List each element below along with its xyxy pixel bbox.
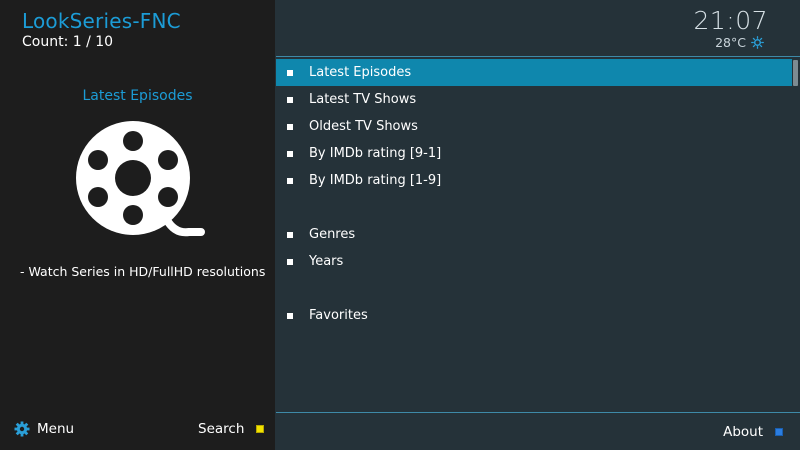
app-title: LookSeries-FNC <box>22 9 181 33</box>
bullet-icon <box>287 312 293 319</box>
list-scrollbar[interactable] <box>793 60 798 86</box>
list-item-oldest-tv-shows[interactable]: Oldest TV Shows <box>276 113 792 140</box>
temperature: 28°C <box>715 35 746 50</box>
list-item-label: Latest TV Shows <box>309 92 417 107</box>
bullet-icon <box>287 123 293 130</box>
list-item-label: Favorites <box>309 308 368 323</box>
about-label: About <box>723 424 763 440</box>
list-item-label: By IMDb rating [9-1] <box>309 146 442 161</box>
list-item-latest-tv-shows[interactable]: Latest TV Shows <box>276 86 792 113</box>
list-item-label: Genres <box>309 227 356 242</box>
list-item-imdb-asc[interactable]: By IMDb rating [1-9] <box>276 167 792 194</box>
list-item-label: Oldest TV Shows <box>309 119 418 134</box>
item-count: Count: 1 / 10 <box>22 34 114 50</box>
list-item-years[interactable]: Years <box>276 248 792 275</box>
clock: 21:07 <box>693 6 768 35</box>
bullet-icon <box>287 69 293 76</box>
list-item-latest-episodes[interactable]: Latest Episodes <box>276 59 792 86</box>
list-item-genres[interactable]: Genres <box>276 221 792 248</box>
list-item-label: Latest Episodes <box>309 65 412 80</box>
menu-label: Menu <box>37 421 75 437</box>
film-reel-icon <box>76 121 205 237</box>
menu-button[interactable]: Menu <box>14 419 74 439</box>
yellow-key-icon <box>256 425 265 433</box>
blue-key-icon <box>775 428 783 436</box>
sun-icon <box>751 36 764 49</box>
main-panel: 21:07 28°C Latest Episodes Latest TV Sho… <box>276 0 800 450</box>
menu-list: Latest Episodes Latest TV Shows Oldest T… <box>276 59 792 329</box>
bullet-icon <box>287 96 293 103</box>
list-item-favorites[interactable]: Favorites <box>276 302 792 329</box>
bullet-icon <box>287 258 293 265</box>
divider <box>276 56 800 57</box>
list-item-label: By IMDb rating [1-9] <box>309 173 442 188</box>
selected-item-title: Latest Episodes <box>82 88 193 104</box>
gear-icon <box>14 421 30 437</box>
item-description: - Watch Series in HD/FullHD resolutions <box>20 264 266 279</box>
divider <box>276 412 800 413</box>
about-button[interactable]: About <box>723 423 783 441</box>
bullet-icon <box>287 231 293 238</box>
sidebar-panel: LookSeries-FNC Count: 1 / 10 Latest Epis… <box>0 0 275 450</box>
bullet-icon <box>287 150 293 157</box>
bullet-icon <box>287 177 293 184</box>
list-item-label: Years <box>309 254 344 269</box>
weather: 28°C <box>715 35 764 50</box>
search-label: Search <box>198 421 245 437</box>
search-button[interactable]: Search <box>198 419 265 439</box>
list-item-imdb-desc[interactable]: By IMDb rating [9-1] <box>276 140 792 167</box>
